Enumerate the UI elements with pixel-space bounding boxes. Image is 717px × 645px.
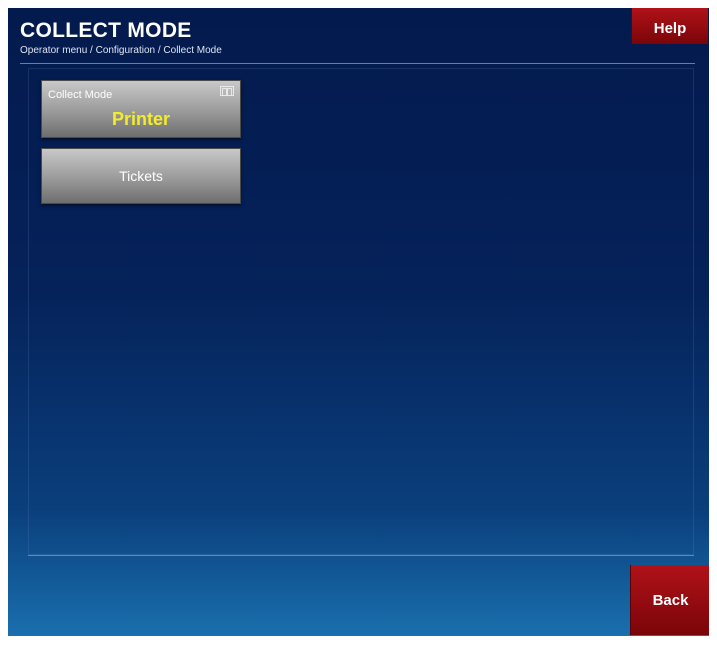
breadcrumb: Operator menu / Configuration / Collect …: [20, 45, 222, 56]
collect-mode-tile[interactable]: Collect Mode Printer: [41, 80, 241, 138]
toggle-icon: [220, 86, 234, 96]
collect-mode-screen: COLLECT MODE Operator menu / Configurati…: [8, 8, 709, 636]
collect-mode-value: Printer: [111, 109, 171, 129]
back-button[interactable]: Back: [630, 565, 709, 635]
help-button[interactable]: Help: [631, 8, 708, 44]
page-title: COLLECT MODE: [20, 19, 192, 42]
tickets-label: Tickets: [119, 168, 163, 184]
tickets-tile[interactable]: Tickets: [41, 148, 241, 204]
header-divider: [20, 63, 695, 64]
collect-mode-label: Collect Mode: [48, 89, 113, 101]
content-panel: [28, 68, 694, 555]
footer-divider: [28, 555, 694, 556]
